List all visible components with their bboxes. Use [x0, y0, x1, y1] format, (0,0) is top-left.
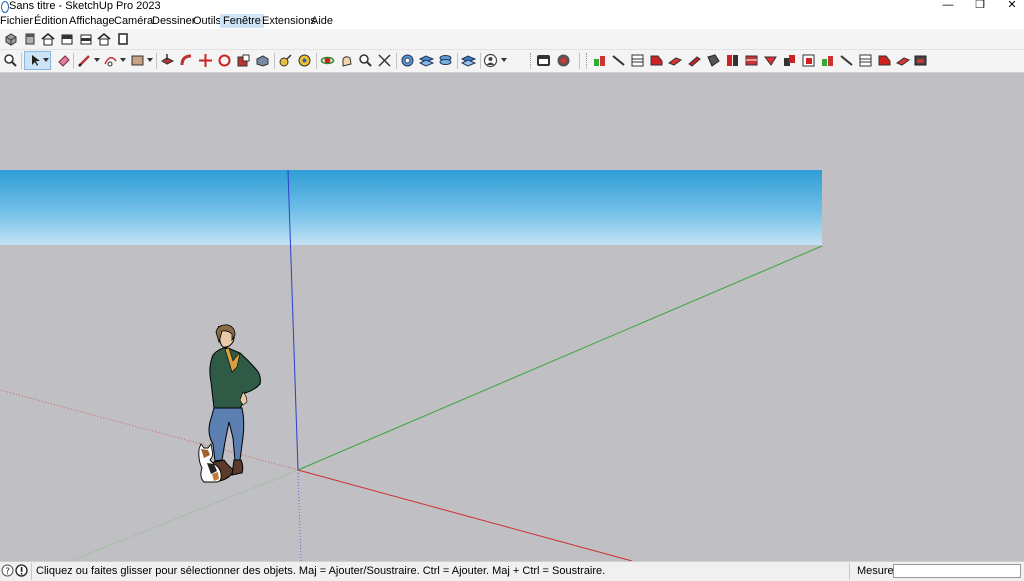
menu-edition[interactable]: Édition	[31, 14, 71, 28]
chevron-down-icon[interactable]	[94, 58, 100, 62]
sketchup-logo-icon	[1, 1, 9, 13]
status-divider	[31, 563, 32, 580]
bottom-view-icon[interactable]	[116, 32, 131, 47]
fog-icon[interactable]	[913, 53, 928, 68]
toolbar-grip[interactable]	[586, 53, 589, 69]
pencil-line-icon[interactable]	[77, 53, 92, 68]
measurements-input[interactable]	[893, 564, 1021, 578]
iso-view-icon[interactable]	[4, 32, 19, 47]
sandbox-stamp-icon[interactable]	[668, 53, 683, 68]
orbit-icon[interactable]	[320, 53, 335, 68]
separator	[73, 53, 74, 69]
select-arrow-icon[interactable]	[28, 53, 43, 68]
solid-outer-shell-icon[interactable]	[744, 53, 759, 68]
separator	[274, 53, 275, 69]
zoom-window-icon[interactable]	[377, 53, 392, 68]
axes-canvas	[0, 169, 823, 561]
follow-me-icon[interactable]	[179, 53, 194, 68]
solid-subtract-icon[interactable]	[801, 53, 816, 68]
paint-bucket-icon[interactable]	[297, 53, 312, 68]
sandbox-drape-icon[interactable]	[687, 53, 702, 68]
section-fill-icon[interactable]	[438, 53, 453, 68]
sandbox-add-detail-icon[interactable]	[706, 53, 721, 68]
back-view-icon[interactable]	[79, 32, 94, 47]
main-toolbar	[0, 50, 1024, 73]
solid-union-icon[interactable]	[782, 53, 797, 68]
separator	[156, 53, 157, 69]
red-axis-solid	[297, 469, 633, 561]
right-view-icon[interactable]	[60, 32, 75, 47]
status-message: Cliquez ou faites glisser pour sélection…	[36, 565, 606, 577]
chevron-down-icon[interactable]	[501, 58, 507, 62]
chevron-down-icon[interactable]	[43, 58, 49, 62]
toolbar-grip[interactable]	[530, 53, 533, 69]
menu-outils[interactable]: Outils	[190, 14, 224, 28]
front-view-icon[interactable]	[41, 32, 56, 47]
section-cuts-icon[interactable]	[419, 53, 434, 68]
info-icon[interactable]	[15, 564, 28, 577]
warehouse-icon[interactable]	[536, 53, 551, 68]
zoom-extents-icon[interactable]	[3, 53, 18, 68]
eraser-icon[interactable]	[56, 53, 71, 68]
solid-split-icon[interactable]	[839, 53, 854, 68]
layers-icon[interactable]	[461, 53, 476, 68]
push-pull-icon[interactable]	[160, 53, 175, 68]
window-title: Sans titre - SketchUp Pro 2023	[9, 0, 161, 12]
separator	[579, 53, 580, 69]
sandbox-contours-icon[interactable]	[592, 53, 607, 68]
sandbox-smoove-icon[interactable]	[649, 53, 664, 68]
separator	[21, 53, 22, 69]
modeling-viewport[interactable]	[0, 72, 1024, 561]
scale-icon[interactable]	[236, 53, 251, 68]
account-icon[interactable]	[483, 53, 498, 68]
move-icon[interactable]	[198, 53, 213, 68]
help-question-icon[interactable]: ?	[1, 564, 14, 577]
red-axis-dotted	[0, 389, 299, 471]
pan-icon[interactable]	[339, 53, 354, 68]
separator	[396, 53, 397, 69]
zoom-icon[interactable]	[358, 53, 373, 68]
solid-trim-icon[interactable]	[820, 53, 835, 68]
title-bar: Sans titre - SketchUp Pro 2023 — ❐ ✕	[0, 0, 1024, 13]
menu-bar: Fichier Édition Affichage Caméra Dessine…	[0, 13, 1024, 29]
close-button[interactable]: ✕	[996, 0, 1024, 13]
restore-button[interactable]: ❐	[964, 0, 996, 13]
tape-measure-icon[interactable]	[278, 53, 293, 68]
green-axis-dotted	[69, 469, 299, 561]
menu-affichage[interactable]: Affichage	[66, 14, 118, 28]
separator	[480, 53, 481, 69]
blue-axis-solid	[287, 169, 299, 471]
outliner-icon[interactable]	[858, 53, 873, 68]
rotate-icon[interactable]	[217, 53, 232, 68]
styles-icon[interactable]	[877, 53, 892, 68]
views-toolbar	[0, 29, 1024, 50]
offset-icon[interactable]	[255, 53, 270, 68]
top-view-icon[interactable]	[23, 32, 38, 47]
menu-fenetre[interactable]: Fenêtre	[220, 14, 264, 28]
scale-figure-person	[206, 324, 261, 482]
status-divider	[849, 563, 850, 580]
left-view-icon[interactable]	[97, 32, 112, 47]
sandbox-flip-edge-icon[interactable]	[725, 53, 740, 68]
chevron-down-icon[interactable]	[147, 58, 153, 62]
extension-manager-icon[interactable]	[556, 53, 571, 68]
sandbox-scratch-icon[interactable]	[611, 53, 626, 68]
sandbox-grid-icon[interactable]	[630, 53, 645, 68]
status-bar: ? Cliquez ou faites glisser pour sélecti…	[0, 561, 1024, 581]
separator	[316, 53, 317, 69]
section-plane-icon[interactable]	[400, 53, 415, 68]
menu-aide[interactable]: Aide	[308, 14, 336, 28]
separator	[457, 53, 458, 69]
solid-intersect-icon[interactable]	[763, 53, 778, 68]
freehand-arc-icon[interactable]	[103, 53, 118, 68]
shadows-icon[interactable]	[896, 53, 911, 68]
svg-text:?: ?	[5, 567, 10, 577]
minimize-button[interactable]: —	[932, 0, 964, 13]
chevron-down-icon[interactable]	[120, 58, 126, 62]
shape-rectangle-icon[interactable]	[130, 53, 145, 68]
green-axis-solid	[297, 245, 823, 471]
blue-axis-dotted	[297, 469, 302, 561]
